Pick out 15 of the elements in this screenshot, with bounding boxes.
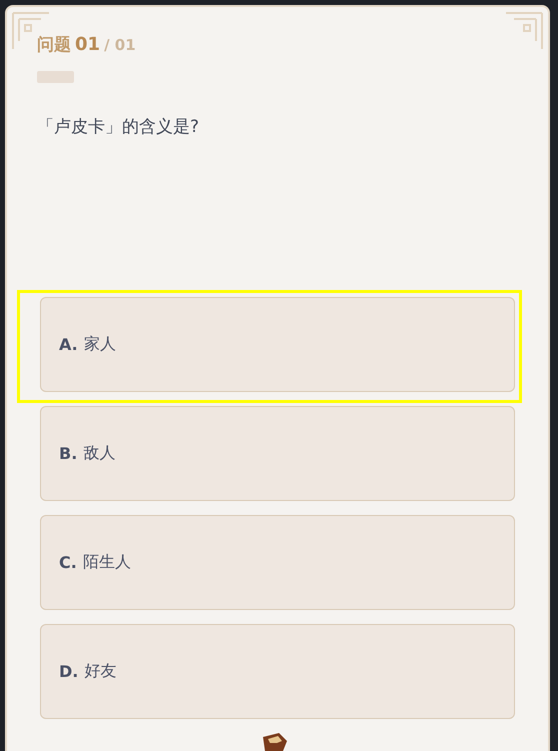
tag-placeholder (37, 71, 74, 83)
option-letter: D. (59, 662, 78, 681)
option-letter: B. (59, 444, 78, 463)
option-text: 好友 (84, 661, 116, 682)
question-label: 问题 (37, 34, 71, 56)
option-letter: A. (59, 335, 78, 354)
question-total: / 01 (104, 36, 136, 54)
option-text: 敌人 (83, 443, 116, 464)
corner-ornament-icon (504, 11, 544, 51)
option-text: 家人 (84, 334, 116, 355)
question-number: 01 (75, 34, 100, 55)
option-letter: C. (59, 553, 77, 572)
question-text: 「卢皮卡」的含义是? (37, 116, 200, 138)
option-text: 陌生人 (82, 552, 131, 573)
answer-option[interactable]: A. 家人 (17, 290, 522, 403)
